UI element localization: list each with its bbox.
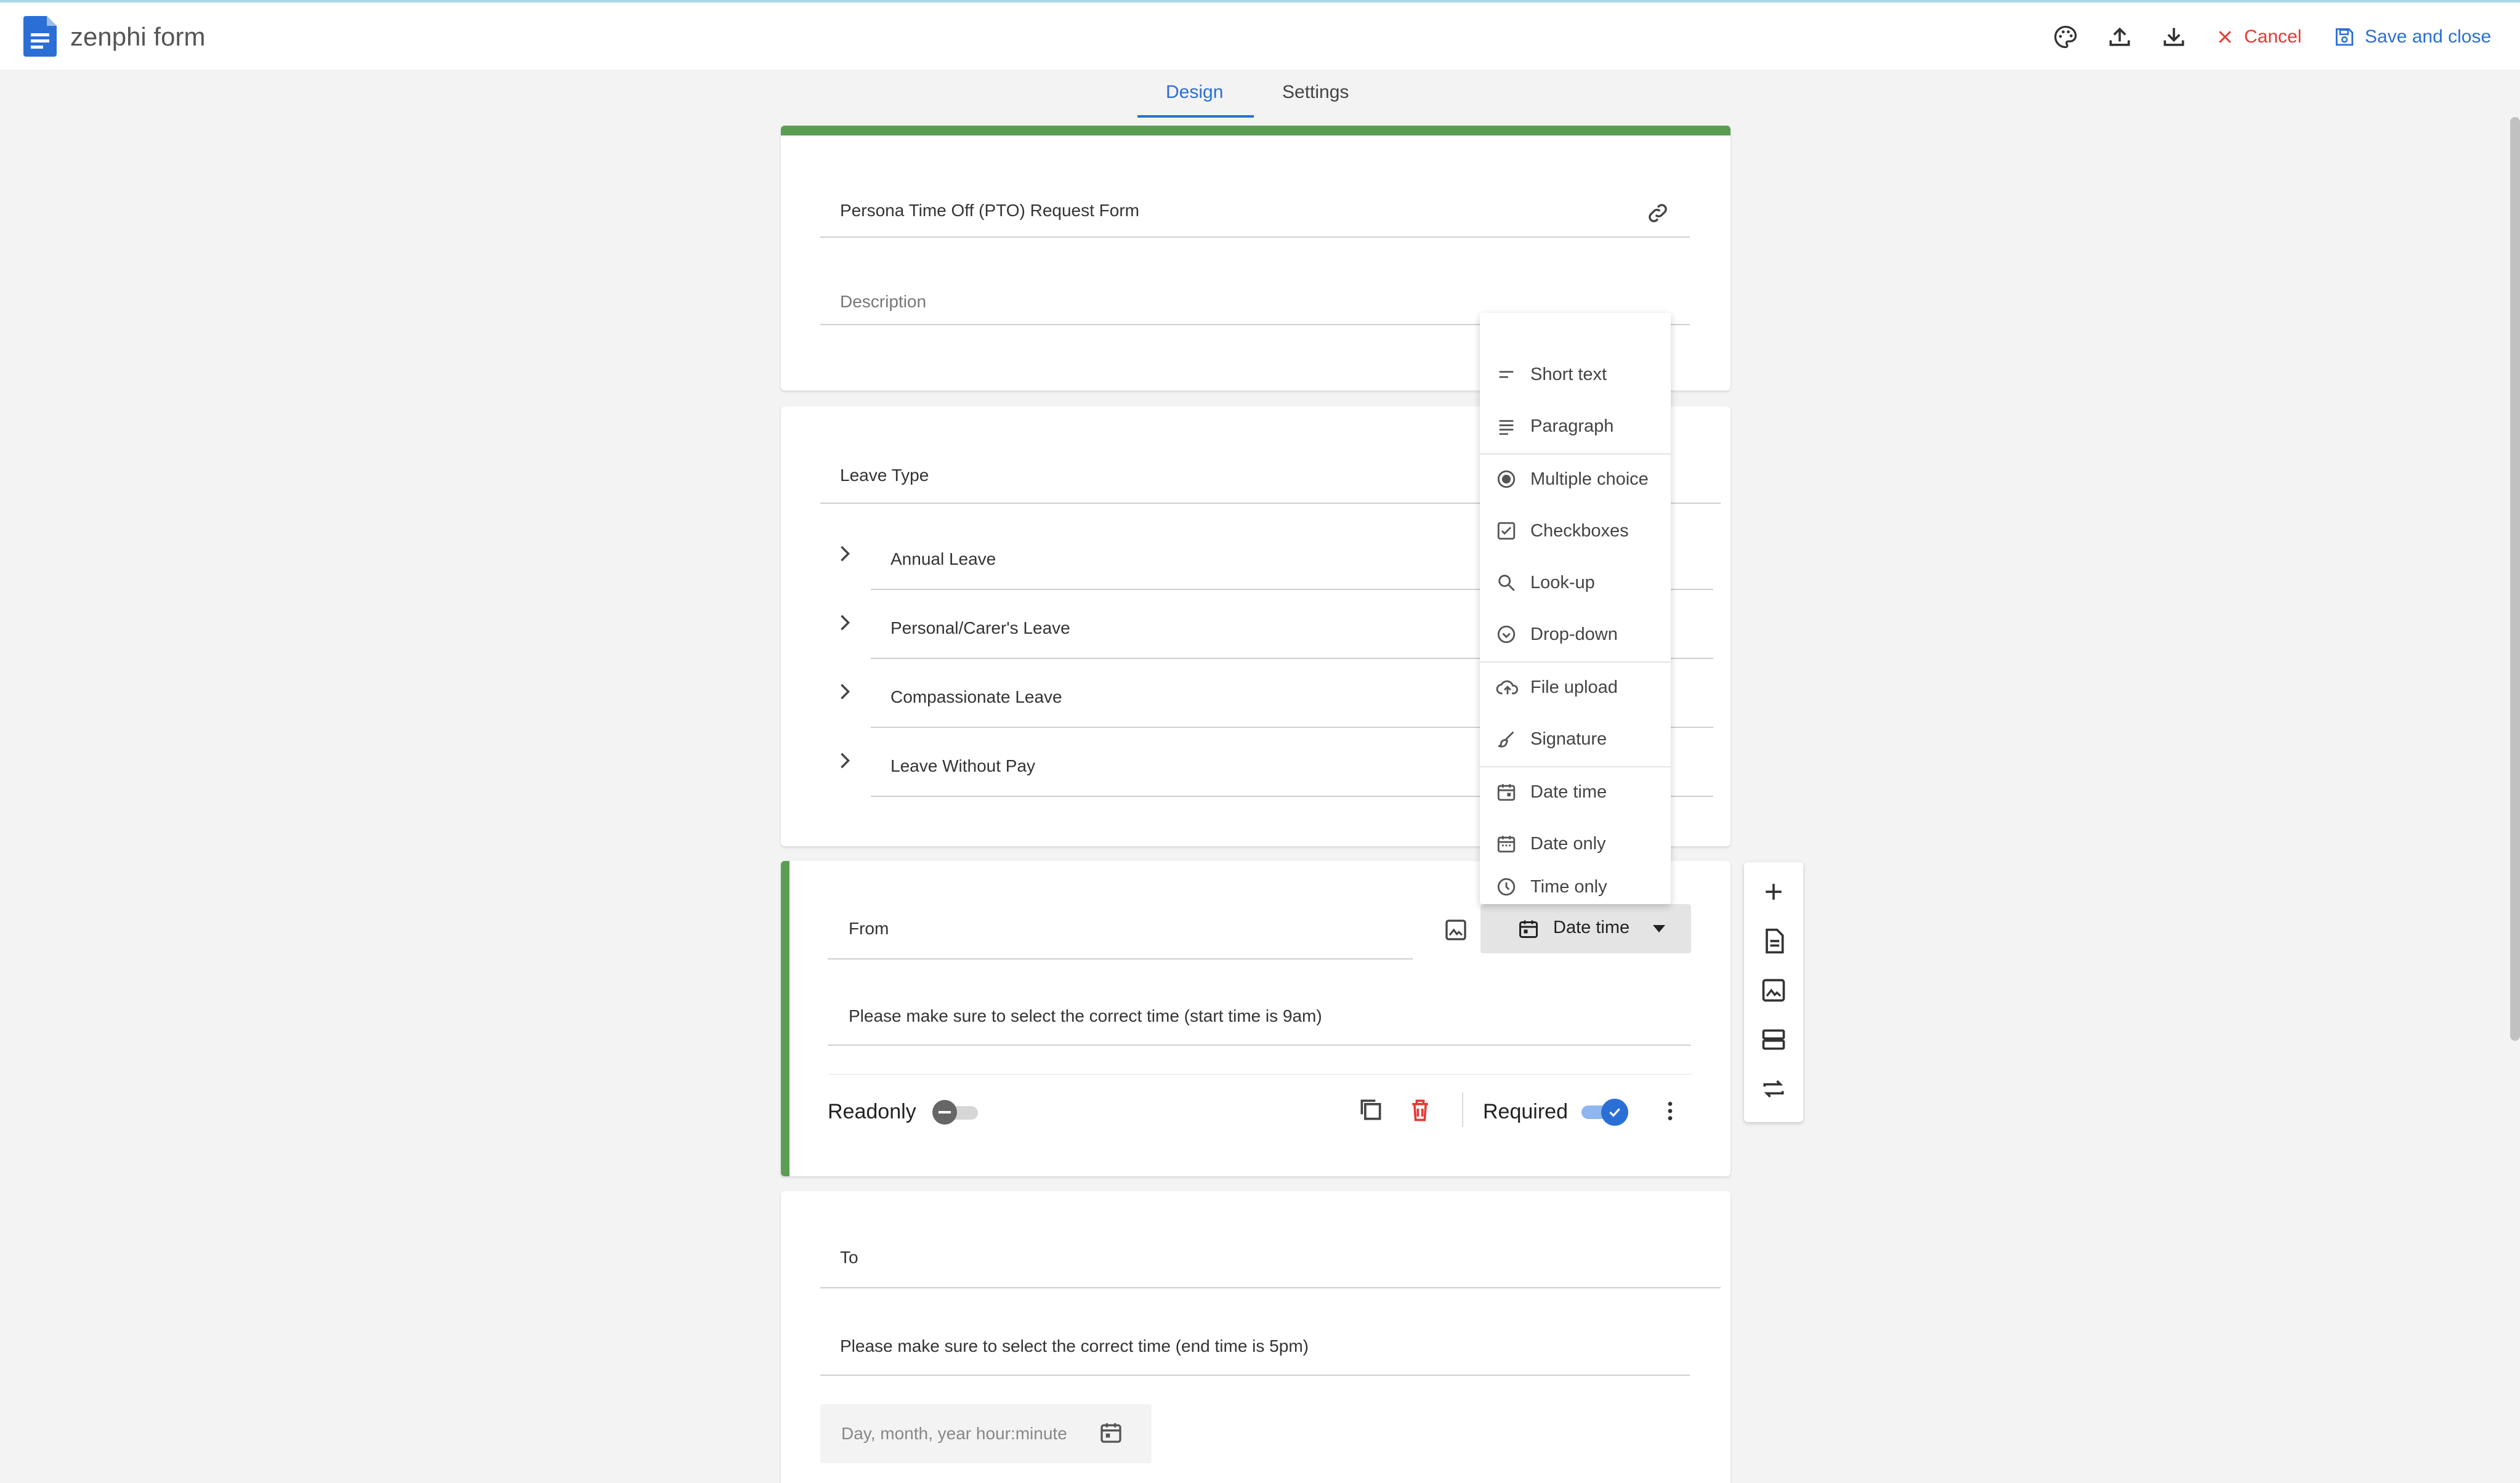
paragraph-icon bbox=[1499, 420, 1514, 435]
toolbar-divider bbox=[1462, 1093, 1463, 1127]
readonly-label: Readonly bbox=[828, 1100, 916, 1123]
from-label-underline bbox=[828, 958, 1413, 960]
active-tab-indicator bbox=[1137, 115, 1254, 118]
menu-item-drop-down[interactable]: Drop-down bbox=[1480, 608, 1671, 660]
menu-item-label: Look-up bbox=[1530, 572, 1595, 592]
cancel-button[interactable]: Cancel bbox=[2216, 20, 2301, 54]
readonly-toggle[interactable] bbox=[932, 1100, 982, 1125]
save-and-close-label: Save and close bbox=[2365, 26, 2492, 47]
from-label[interactable]: From bbox=[849, 919, 889, 939]
option-label[interactable]: Personal/Carer's Leave bbox=[890, 618, 1070, 638]
required-toggle[interactable] bbox=[1581, 1099, 1631, 1126]
menu-item-label: Signature bbox=[1530, 729, 1607, 749]
option-label[interactable]: Annual Leave bbox=[890, 549, 996, 569]
menu-item-label: Short text bbox=[1530, 364, 1607, 384]
search-icon bbox=[1498, 575, 1515, 591]
menu-item-label: Drop-down bbox=[1530, 624, 1618, 644]
cancel-label: Cancel bbox=[2244, 26, 2302, 47]
short-text-icon bbox=[1499, 371, 1514, 378]
radio-button-icon bbox=[1497, 470, 1516, 488]
chevron-right-icon[interactable] bbox=[838, 751, 852, 770]
app-name: zenphi form bbox=[70, 22, 206, 51]
menu-item-checkboxes[interactable]: Checkboxes bbox=[1480, 505, 1671, 557]
menu-item-paragraph[interactable]: Paragraph bbox=[1480, 400, 1671, 452]
datetime-input[interactable]: Day, month, year hour:minute bbox=[820, 1404, 1152, 1463]
menu-item-date-only[interactable]: Date only bbox=[1480, 818, 1671, 870]
chevron-right-icon[interactable] bbox=[838, 682, 852, 701]
caret-down-icon bbox=[1653, 925, 1665, 932]
more-vert-icon[interactable] bbox=[1658, 1097, 1682, 1125]
dropdown-circle-icon bbox=[1497, 625, 1516, 644]
check-icon bbox=[1609, 1108, 1620, 1117]
to-label-underline bbox=[820, 1287, 1721, 1288]
cloud-upload-icon bbox=[1496, 680, 1518, 695]
tab-settings[interactable]: Settings bbox=[1282, 82, 1349, 103]
menu-item-label: Multiple choice bbox=[1530, 469, 1649, 489]
option-label[interactable]: Compassionate Leave bbox=[890, 687, 1062, 707]
title-underline bbox=[820, 236, 1690, 238]
to-help-underline bbox=[820, 1375, 1690, 1376]
chevron-right-icon[interactable] bbox=[838, 613, 852, 632]
duplicate-icon[interactable] bbox=[1357, 1096, 1384, 1123]
save-and-close-button[interactable]: Save and close bbox=[2334, 20, 2491, 54]
download-icon[interactable] bbox=[2160, 23, 2187, 51]
required-label: Required bbox=[1483, 1100, 1568, 1123]
datetime-placeholder: Day, month, year hour:minute bbox=[841, 1424, 1067, 1443]
repeat-icon[interactable] bbox=[1760, 1075, 1787, 1102]
page-scrollbar[interactable] bbox=[2510, 117, 2520, 1041]
clock-icon bbox=[1497, 878, 1516, 896]
app-header: zenphi form Cancel Save and close bbox=[0, 2, 2520, 70]
calendar-icon bbox=[1519, 920, 1538, 938]
palette-icon[interactable] bbox=[2052, 23, 2079, 51]
menu-item-look-up[interactable]: Look-up bbox=[1480, 557, 1671, 608]
menu-item-multiple-choice[interactable]: Multiple choice bbox=[1480, 453, 1671, 505]
add-question-icon[interactable] bbox=[1760, 878, 1787, 905]
add-image-icon[interactable] bbox=[1760, 977, 1787, 1004]
to-help-text[interactable]: Please make sure to select the correct t… bbox=[840, 1336, 1309, 1356]
close-icon bbox=[2219, 31, 2231, 43]
question-type-label: Date time bbox=[1553, 918, 1630, 937]
link-icon[interactable] bbox=[1646, 201, 1670, 225]
tab-bar: Design Settings bbox=[0, 70, 2520, 119]
menu-item-short-text[interactable]: Short text bbox=[1480, 349, 1671, 400]
from-field-card: From Date time Please make sure to selec… bbox=[781, 861, 1730, 1176]
menu-item-label: File upload bbox=[1530, 677, 1618, 697]
to-label[interactable]: To bbox=[840, 1248, 858, 1267]
calendar-icon[interactable] bbox=[1099, 1420, 1123, 1445]
menu-item-date-time[interactable]: Date time bbox=[1480, 766, 1671, 818]
description-field[interactable]: Description bbox=[840, 292, 926, 312]
menu-item-label: Paragraph bbox=[1530, 416, 1614, 436]
chevron-right-icon[interactable] bbox=[838, 544, 852, 563]
from-help-text[interactable]: Please make sure to select the correct t… bbox=[849, 1006, 1322, 1026]
option-label[interactable]: Leave Without Pay bbox=[890, 756, 1035, 776]
question-type-dropdown[interactable]: Date time bbox=[1480, 904, 1691, 953]
menu-item-signature[interactable]: Signature bbox=[1480, 713, 1671, 765]
from-help-underline bbox=[828, 1045, 1691, 1046]
save-icon bbox=[2335, 28, 2354, 46]
form-title[interactable]: Persona Time Off (PTO) Request Form bbox=[840, 201, 1139, 220]
menu-item-label: Time only bbox=[1530, 876, 1607, 897]
tab-design[interactable]: Design bbox=[1166, 82, 1223, 103]
image-icon[interactable] bbox=[1444, 918, 1468, 942]
question-type-menu: Short text Paragraph Multiple choice Che… bbox=[1480, 313, 1671, 904]
delete-icon[interactable] bbox=[1407, 1096, 1434, 1123]
calendar-date-icon bbox=[1497, 836, 1516, 853]
side-toolbar bbox=[1744, 862, 1803, 1122]
menu-item-label: Checkboxes bbox=[1530, 520, 1629, 541]
leave-type-label[interactable]: Leave Type bbox=[840, 466, 929, 485]
checkbox-icon bbox=[1497, 522, 1516, 540]
menu-item-file-upload[interactable]: File upload bbox=[1480, 661, 1671, 713]
brush-icon bbox=[1498, 731, 1514, 748]
menu-item-label: Date time bbox=[1530, 782, 1607, 802]
calendar-icon bbox=[1497, 784, 1516, 801]
form-logo-icon bbox=[23, 16, 57, 57]
add-section-icon[interactable] bbox=[1760, 1026, 1787, 1053]
card-divider bbox=[828, 1074, 1691, 1075]
upload-icon[interactable] bbox=[2106, 23, 2133, 51]
menu-item-label: Date only bbox=[1530, 833, 1606, 854]
menu-item-time-only[interactable]: Time only bbox=[1480, 870, 1671, 904]
to-field-card: To Please make sure to select the correc… bbox=[781, 1191, 1730, 1483]
add-text-icon[interactable] bbox=[1760, 927, 1787, 955]
